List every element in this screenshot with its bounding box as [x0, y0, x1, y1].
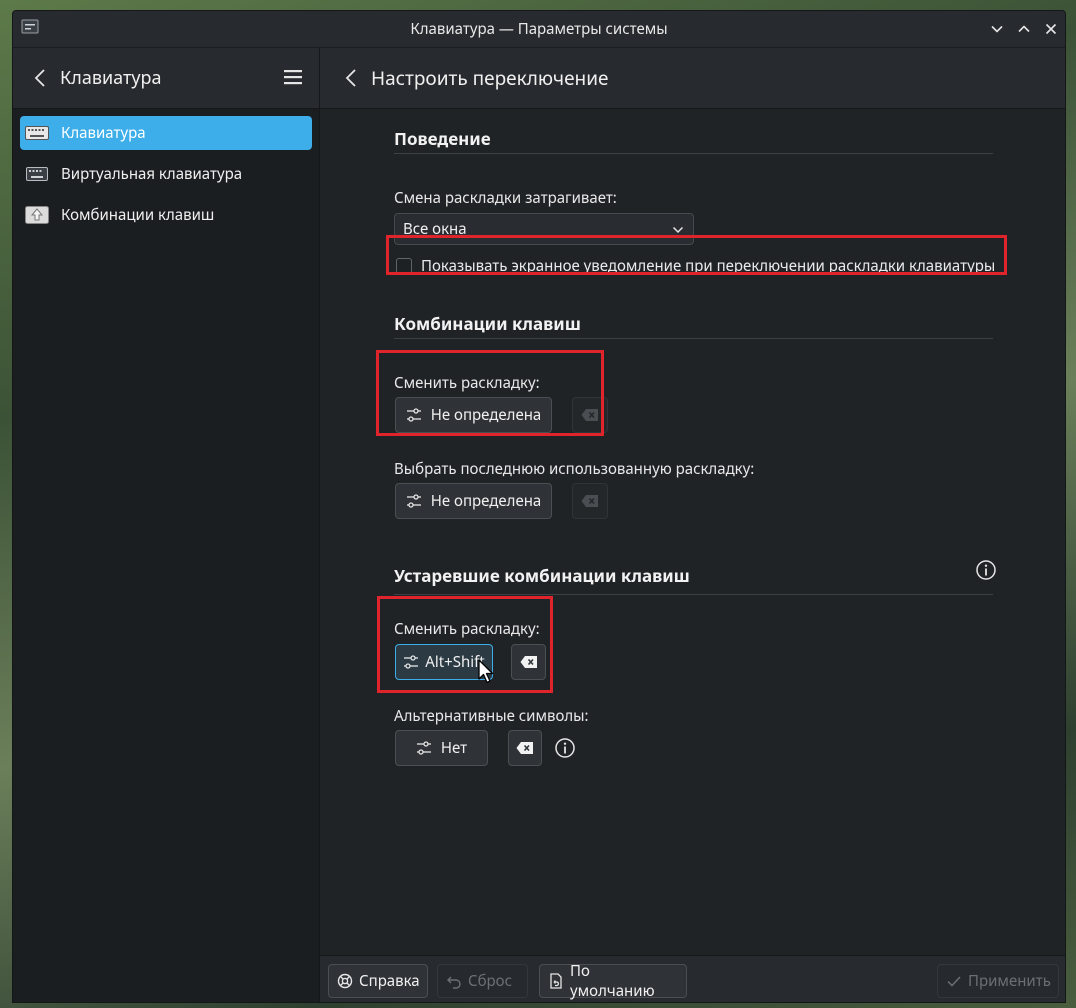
section-divider [394, 594, 993, 595]
switch-layout-value: Не определена [430, 405, 542, 425]
hamburger-menu-button[interactable] [281, 65, 305, 89]
sidebar-header: Клавиатура [13, 48, 319, 109]
legacy-switch-layout-value: Alt+Shift [425, 652, 485, 672]
sidebar-item-label: Клавиатура [61, 123, 146, 143]
sidebar-item-label: Виртуальная клавиатура [61, 164, 243, 184]
document-revert-icon [548, 973, 564, 989]
info-icon[interactable] [975, 559, 997, 581]
behavior-section-title: Поведение [394, 127, 491, 150]
osd-checkbox-label: Показывать экранное уведомление при пере… [421, 256, 996, 276]
mouse-cursor-icon [478, 659, 494, 684]
chevron-down-icon [991, 25, 1003, 33]
sidebar: Клавиатура Виртуальная клавиатура Комбин… [13, 109, 319, 1002]
defaults-label: По умолчанию [570, 961, 655, 1001]
alt-symbols-clear-button[interactable] [508, 730, 542, 766]
sidebar-item-label: Комбинации клавиш [61, 205, 215, 225]
section-divider [394, 153, 993, 154]
shortcuts-icon [25, 206, 49, 224]
settings-window: Клавиатура — Параметры системы Клавиатур… [12, 10, 1066, 1003]
apply-button[interactable]: Применить [937, 964, 1059, 998]
backspace-icon [520, 656, 537, 668]
switch-layout-clear-button[interactable] [572, 397, 608, 433]
configure-icon [416, 741, 431, 755]
sidebar-item-keyboard[interactable]: Клавиатура [20, 116, 312, 150]
backspace-icon [516, 742, 533, 754]
backspace-icon [581, 495, 598, 507]
sidebar-back-button[interactable] [29, 66, 53, 90]
last-layout-clear-button[interactable] [572, 483, 608, 519]
shortcuts-section-title: Комбинации клавиш [394, 312, 581, 335]
virtual-keyboard-icon [25, 166, 49, 182]
chevron-down-icon [672, 226, 684, 234]
configure-icon [406, 408, 421, 422]
window-title: Клавиатура — Параметры системы [410, 19, 668, 39]
switch-affects-combobox[interactable]: Все окна [394, 213, 694, 245]
alt-symbols-button[interactable]: Нет [395, 730, 488, 766]
reset-button[interactable]: Сброс [437, 964, 528, 998]
legacy-switch-layout-clear-button[interactable] [511, 644, 546, 680]
keyboard-icon [25, 125, 49, 141]
chevron-up-icon [1018, 25, 1030, 33]
info-icon[interactable] [554, 737, 576, 759]
help-label: Справка [359, 971, 420, 991]
defaults-button[interactable]: По умолчанию [539, 961, 687, 1001]
switch-affects-value: Все окна [403, 219, 467, 239]
section-divider [394, 338, 993, 339]
last-layout-label: Выбрать последнюю использованную расклад… [394, 459, 755, 479]
switch-layout-shortcut-button[interactable]: Не определена [395, 397, 552, 433]
switch-affects-label: Смена раскладки затрагивает: [394, 188, 617, 208]
sidebar-item-virtual-keyboard[interactable]: Виртуальная клавиатура [20, 157, 312, 191]
sidebar-item-shortcuts[interactable]: Комбинации клавиш [20, 198, 312, 232]
alt-symbols-label: Альтернативные символы: [394, 706, 589, 726]
configure-icon [404, 655, 419, 669]
close-icon [1045, 23, 1057, 35]
main-header: Настроить переключение [320, 48, 1065, 109]
osd-checkbox-row[interactable]: Показывать экранное уведомление при пере… [396, 255, 995, 277]
page-title: Настроить переключение [371, 65, 609, 91]
configure-icon [406, 494, 421, 508]
settings-content: Поведение Смена раскладки затрагивает: В… [320, 109, 1065, 956]
legacy-switch-layout-label: Сменить раскладку: [394, 619, 540, 639]
osd-checkbox[interactable] [396, 258, 412, 274]
checkmark-icon [946, 973, 962, 989]
last-layout-shortcut-button[interactable]: Не определена [395, 483, 552, 519]
help-icon [337, 973, 353, 989]
backspace-icon [581, 409, 598, 421]
close-button[interactable] [1042, 20, 1060, 38]
maximize-button[interactable] [1015, 20, 1033, 38]
legacy-section-title: Устаревшие комбинации клавиш [394, 564, 690, 587]
switch-layout-label: Сменить раскладку: [394, 373, 540, 393]
back-button[interactable] [340, 66, 364, 90]
alt-symbols-value: Нет [440, 738, 468, 758]
title-bar[interactable]: Клавиатура — Параметры системы [13, 11, 1065, 48]
apply-label: Применить [968, 971, 1051, 991]
footer-bar: Справка Сброс По умолчанию Применить [320, 955, 1065, 1002]
reset-label: Сброс [468, 971, 512, 991]
last-layout-value: Не определена [430, 491, 542, 511]
undo-icon [446, 973, 462, 989]
sidebar-header-title: Клавиатура [60, 66, 162, 90]
help-button[interactable]: Справка [328, 964, 428, 998]
minimize-button[interactable] [988, 20, 1006, 38]
